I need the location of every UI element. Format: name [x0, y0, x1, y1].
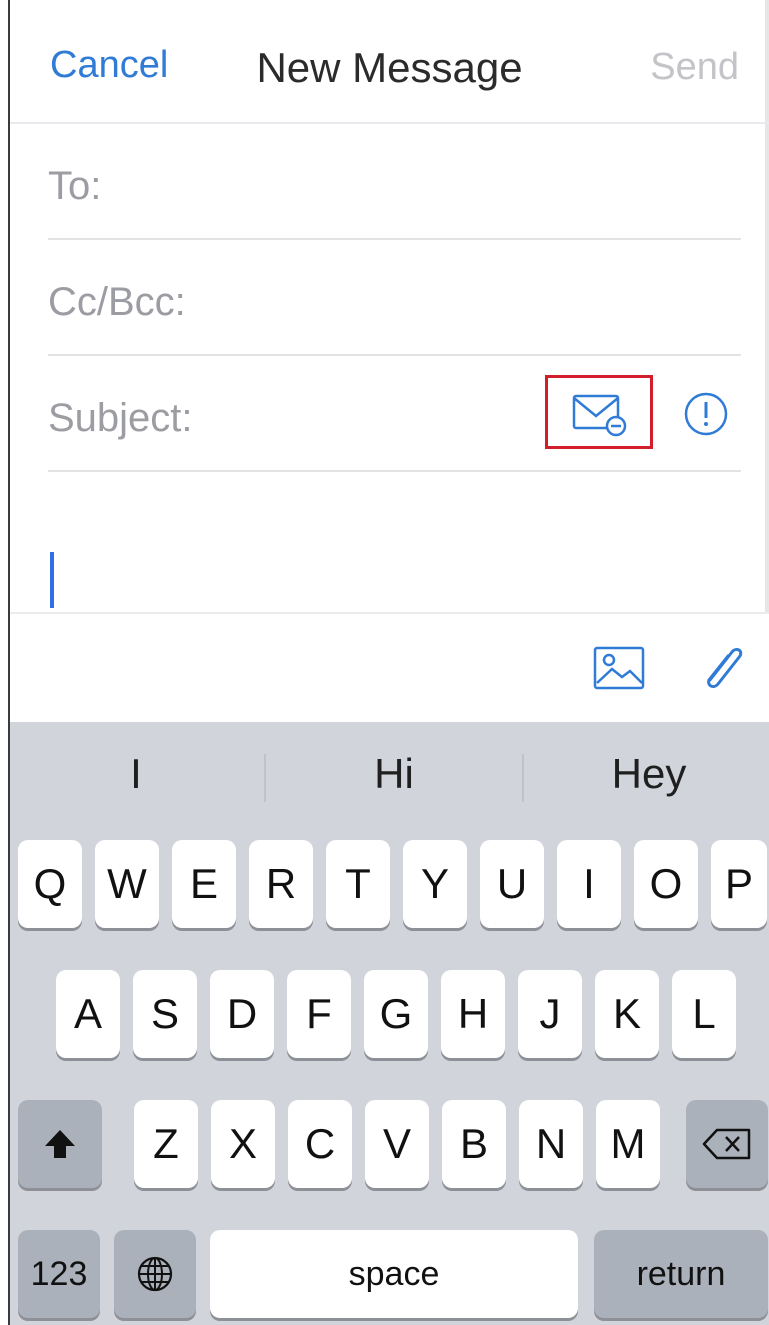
suggestion-item[interactable]: I: [10, 722, 262, 826]
keyboard: I Hi Hey Q W E R T Y U I O P A S D F G H…: [10, 722, 769, 1325]
suggestion-item[interactable]: Hey: [524, 722, 769, 826]
key-b[interactable]: B: [442, 1100, 506, 1188]
key-s[interactable]: S: [133, 970, 197, 1058]
key-i[interactable]: I: [557, 840, 621, 928]
key-j[interactable]: J: [518, 970, 582, 1058]
key-e[interactable]: E: [172, 840, 236, 928]
key-f[interactable]: F: [287, 970, 351, 1058]
send-button[interactable]: Send: [650, 46, 739, 89]
key-z[interactable]: Z: [134, 1100, 198, 1188]
key-p[interactable]: P: [711, 840, 767, 928]
window-frame-left: [0, 0, 10, 1325]
key-d[interactable]: D: [210, 970, 274, 1058]
key-u[interactable]: U: [480, 840, 544, 928]
paperclip-icon[interactable]: [696, 640, 748, 696]
key-g[interactable]: G: [364, 970, 428, 1058]
to-label: To:: [48, 164, 102, 208]
key-v[interactable]: V: [365, 1100, 429, 1188]
key-o[interactable]: O: [634, 840, 698, 928]
key-a[interactable]: A: [56, 970, 120, 1058]
subject-label: Subject:: [48, 396, 193, 440]
to-field[interactable]: To:: [48, 124, 741, 240]
envelope-minus-icon[interactable]: [570, 390, 630, 438]
nav-bar: Cancel New Message Send: [10, 0, 769, 124]
cc-bcc-field[interactable]: Cc/Bcc:: [48, 240, 741, 356]
key-c[interactable]: C: [288, 1100, 352, 1188]
backspace-icon: [702, 1128, 751, 1160]
key-x[interactable]: X: [211, 1100, 275, 1188]
delete-key[interactable]: [686, 1100, 768, 1188]
info-circle-icon[interactable]: [682, 390, 730, 438]
key-t[interactable]: T: [326, 840, 390, 928]
key-w[interactable]: W: [95, 840, 159, 928]
key-y[interactable]: Y: [403, 840, 467, 928]
key-k[interactable]: K: [595, 970, 659, 1058]
globe-key[interactable]: [114, 1230, 196, 1318]
key-r[interactable]: R: [249, 840, 313, 928]
shift-key[interactable]: [18, 1100, 102, 1188]
image-icon[interactable]: [592, 645, 646, 691]
suggestion-bar: I Hi Hey: [10, 722, 769, 826]
space-key[interactable]: space: [210, 1230, 578, 1318]
message-body[interactable]: [10, 472, 769, 612]
globe-icon: [137, 1256, 173, 1292]
suggestion-item[interactable]: Hi: [266, 722, 522, 826]
key-m[interactable]: M: [596, 1100, 660, 1188]
shift-arrow-icon: [45, 1130, 75, 1158]
key-h[interactable]: H: [441, 970, 505, 1058]
return-key[interactable]: return: [594, 1230, 768, 1318]
key-q[interactable]: Q: [18, 840, 82, 928]
cc-bcc-label: Cc/Bcc:: [48, 280, 186, 324]
key-n[interactable]: N: [519, 1100, 583, 1188]
key-l[interactable]: L: [672, 970, 736, 1058]
accessory-bar: [10, 612, 769, 724]
numbers-key[interactable]: 123: [18, 1230, 100, 1318]
